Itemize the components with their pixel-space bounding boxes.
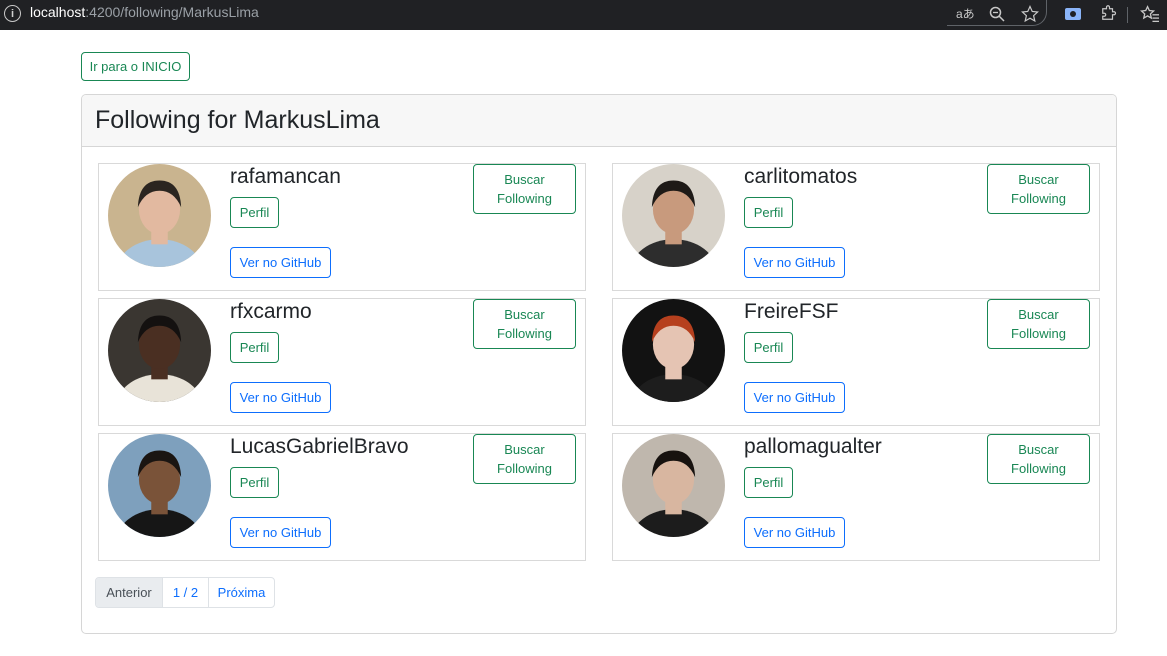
fetch-following-label-line1: Buscar <box>504 306 545 322</box>
user-card: FreireFSF Perfil Ver no GitHub Buscar Follow… <box>612 298 1100 426</box>
user-card: rfxcarmo Perfil Ver no GitHub Buscar Followi… <box>98 298 586 426</box>
fetch-following-label-line2: Following <box>1011 191 1066 206</box>
profile-button[interactable]: Perfil <box>744 197 793 228</box>
info-icon[interactable]: i <box>4 5 21 22</box>
fetch-following-button[interactable]: Buscar Following <box>473 164 576 214</box>
avatar-image <box>622 299 725 402</box>
github-button[interactable]: Ver no GitHub <box>230 382 331 413</box>
fetch-following-label-line2: Following <box>1011 326 1066 341</box>
github-button[interactable]: Ver no GitHub <box>744 382 845 413</box>
svg-text:aあ: aあ <box>956 7 974 21</box>
star-icon[interactable] <box>1019 2 1041 26</box>
fetch-following-button[interactable]: Buscar Following <box>987 434 1090 484</box>
browser-toolbar: i localhost:4200/following/MarkusLima aあ <box>0 0 1167 30</box>
user-login: FreireFSF <box>744 300 839 323</box>
user-avatar <box>622 299 725 402</box>
fetch-following-label-line2: Following <box>497 326 552 341</box>
profile-button[interactable]: Perfil <box>230 467 279 498</box>
avatar-image <box>622 164 725 267</box>
fetch-following-button[interactable]: Buscar Following <box>987 164 1090 214</box>
profile-button[interactable]: Perfil <box>744 332 793 363</box>
fetch-following-label-line1: Buscar <box>504 171 545 187</box>
zoom-icon[interactable] <box>986 2 1008 26</box>
user-login: rfxcarmo <box>230 300 312 323</box>
github-button[interactable]: Ver no GitHub <box>230 517 331 548</box>
fetch-following-label-line2: Following <box>497 461 552 476</box>
profile-button[interactable]: Perfil <box>230 197 279 228</box>
page-indicator[interactable]: 1 / 2 <box>163 578 209 607</box>
previous-page-button[interactable]: Anterior <box>96 578 163 607</box>
home-button[interactable]: Ir para o INICIO <box>81 52 190 81</box>
address-bar[interactable]: localhost:4200/following/MarkusLima <box>30 4 259 20</box>
user-login: pallomagualter <box>744 435 882 458</box>
user-avatar <box>622 164 725 267</box>
user-avatar <box>108 299 211 402</box>
user-card: pallomagualter Perfil Ver no GitHub Buscar F… <box>612 433 1100 561</box>
user-card: rafamancan Perfil Ver no GitHub Buscar Follo… <box>98 163 586 291</box>
profile-button[interactable]: Perfil <box>744 467 793 498</box>
user-card: LucasGabrielBravo Perfil Ver no GitHub Busc… <box>98 433 586 561</box>
extensions-icon[interactable] <box>1097 2 1119 26</box>
fetch-following-button[interactable]: Buscar Following <box>987 299 1090 349</box>
following-card: Following for MarkusLima rafamancan Perfi… <box>81 94 1117 634</box>
url-path: :4200/following/MarkusLima <box>85 4 259 20</box>
screenshot-icon[interactable] <box>1062 2 1084 26</box>
user-avatar <box>108 434 211 537</box>
fetch-following-label-line1: Buscar <box>1018 171 1059 187</box>
avatar-image <box>108 434 211 537</box>
user-login: carlitomatos <box>744 165 858 188</box>
translate-icon[interactable]: aあ <box>953 2 977 26</box>
user-avatar <box>108 164 211 267</box>
toolbar-separator <box>1127 7 1128 23</box>
page-title: Following for MarkusLima <box>95 106 380 134</box>
favorites-icon[interactable] <box>1138 2 1162 26</box>
avatar-image <box>622 434 725 537</box>
card-header: Following for MarkusLima <box>82 95 1116 147</box>
avatar-image <box>108 164 211 267</box>
profile-button[interactable]: Perfil <box>230 332 279 363</box>
avatar-image <box>108 299 211 402</box>
fetch-following-button[interactable]: Buscar Following <box>473 299 576 349</box>
github-button[interactable]: Ver no GitHub <box>744 517 845 548</box>
next-page-button[interactable]: Próxima <box>209 578 274 607</box>
fetch-following-button[interactable]: Buscar Following <box>473 434 576 484</box>
fetch-following-label-line2: Following <box>497 191 552 206</box>
url-host: localhost <box>30 4 86 20</box>
user-login: rafamancan <box>230 165 341 188</box>
fetch-following-label-line1: Buscar <box>1018 306 1059 322</box>
github-button[interactable]: Ver no GitHub <box>230 247 331 278</box>
fetch-following-label-line2: Following <box>1011 461 1066 476</box>
github-button[interactable]: Ver no GitHub <box>744 247 845 278</box>
fetch-following-label-line1: Buscar <box>504 441 545 457</box>
user-card: carlitomatos Perfil Ver no GitHub Buscar Fol… <box>612 163 1100 291</box>
user-login: LucasGabrielBravo <box>230 435 409 458</box>
pagination: Anterior 1 / 2 Próxima <box>95 577 275 608</box>
user-avatar <box>622 434 725 537</box>
fetch-following-label-line1: Buscar <box>1018 441 1059 457</box>
